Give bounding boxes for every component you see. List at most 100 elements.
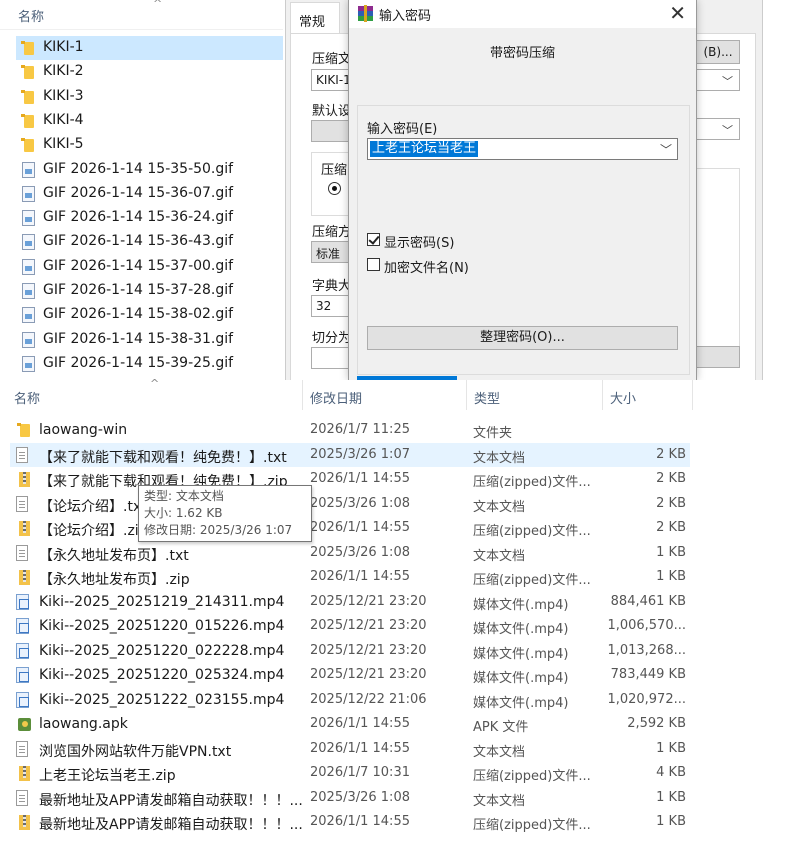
folder-icon bbox=[16, 422, 32, 438]
modified-date: 2025/12/22 21:06 bbox=[310, 691, 427, 707]
table-row[interactable]: 浏览国外网站软件万能VPN.txt 2026/1/1 14:55 文本文档 1 KB bbox=[10, 737, 690, 761]
checkbox-unchecked-icon bbox=[367, 258, 380, 271]
column-divider[interactable] bbox=[602, 380, 603, 410]
modified-date: 2026/1/1 14:55 bbox=[310, 740, 410, 756]
modified-date: 2026/1/1 14:55 bbox=[310, 520, 410, 535]
file-name: laowang-win bbox=[39, 422, 128, 438]
file-type: 压缩(zipped)文件... bbox=[473, 769, 591, 784]
table-row[interactable]: Kiki--2025_20251219_214311.mp4 2025/12/21… bbox=[10, 590, 690, 614]
gif-file-icon bbox=[22, 161, 35, 178]
table-row[interactable]: 【来了就能下载和观看！纯免费！】.txt 2025/3/26 1:07 文本文档 2 … bbox=[10, 442, 690, 467]
list-item-label: KIKI-4 bbox=[43, 111, 84, 128]
table-row[interactable]: 【永久地址发布页】.txt 2025/3/26 1:08 文本文档 1 KB bbox=[10, 541, 690, 565]
profile-button[interactable] bbox=[311, 120, 351, 142]
file-type: 文本文档 bbox=[473, 450, 526, 466]
list-item[interactable]: GIF 2026-1-14 15-36-24.gif bbox=[16, 206, 283, 230]
modified-date: 2026/1/1 14:55 bbox=[310, 569, 410, 584]
file-size: 2 KB bbox=[656, 446, 686, 462]
column-divider[interactable] bbox=[302, 380, 303, 410]
tab-general[interactable]: 常规 bbox=[290, 2, 340, 34]
table-row[interactable]: 上老王论坛当老王.zip 2026/1/7 10:31 压缩(zipped)文件..… bbox=[10, 761, 690, 785]
file-name: 【论坛介绍】.zip bbox=[39, 523, 148, 539]
help-button[interactable] bbox=[696, 346, 740, 368]
gif-file-icon bbox=[22, 355, 35, 372]
list-item-label: KIKI-2 bbox=[43, 63, 84, 80]
table-row[interactable]: 【来了就能下载和观看！纯免费！】.zip 2026/1/1 14:55 压缩(zip… bbox=[10, 467, 690, 491]
file-type: 媒体文件(.mp4) bbox=[473, 695, 569, 711]
table-row[interactable]: 最新地址及APP请发邮箱自动获取！！！... 2025/3/26 1:08 文本文档… bbox=[10, 786, 690, 810]
file-name: Kiki--2025_20251222_023155.mp4 bbox=[39, 691, 285, 708]
list-item[interactable]: KIKI-5 bbox=[16, 133, 283, 157]
list-item[interactable]: GIF 2026-1-14 15-38-31.gif bbox=[16, 328, 283, 352]
list-item[interactable]: KIKI-4 bbox=[16, 109, 283, 133]
file-name: 最新地址及APP请发邮箱自动获取！！！... bbox=[39, 792, 303, 809]
video-file-icon bbox=[16, 593, 29, 610]
modified-date: 2025/12/21 23:20 bbox=[310, 618, 427, 633]
table-row[interactable]: 【论坛介绍】.txt 2025/3/26 1:08 文本文档 2 KB bbox=[10, 492, 690, 516]
file-name: laowang.apk bbox=[39, 716, 128, 732]
file-name: 【永久地址发布页】.zip bbox=[39, 572, 190, 588]
column-divider[interactable] bbox=[466, 380, 467, 410]
list-item[interactable]: KIKI-2 bbox=[16, 60, 283, 84]
name-column-header[interactable]: 名称 ^ bbox=[0, 0, 283, 30]
password-dialog-title-bar[interactable]: 输入密码 ✕ bbox=[349, 0, 696, 28]
format-radio[interactable] bbox=[328, 182, 341, 195]
zip-file-icon bbox=[16, 471, 32, 487]
list-item[interactable]: GIF 2026-1-14 15-35-50.gif bbox=[16, 158, 283, 182]
list-item[interactable]: GIF 2026-1-14 15-36-43.gif bbox=[16, 230, 283, 254]
format-label: 压缩 bbox=[321, 163, 348, 178]
column-header-name[interactable]: 名称 bbox=[14, 388, 40, 407]
file-type: 压缩(zipped)文件... bbox=[473, 818, 591, 833]
file-name: Kiki--2025_20251219_214311.mp4 bbox=[39, 593, 285, 610]
table-row[interactable]: 最新地址及APP请发邮箱自动获取！！！... 2026/1/1 14:55 压缩(z… bbox=[10, 810, 690, 834]
dictionary-input[interactable]: 32 bbox=[311, 295, 351, 317]
default-profile-label: 默认设 bbox=[312, 104, 352, 119]
split-input[interactable] bbox=[311, 347, 351, 369]
close-icon[interactable]: ✕ bbox=[669, 1, 686, 25]
gif-file-icon bbox=[22, 234, 35, 251]
folder-icon bbox=[20, 89, 36, 105]
list-item-label: GIF 2026-1-14 15-36-07.gif bbox=[43, 184, 234, 201]
list-item[interactable]: KIKI-1 bbox=[16, 36, 283, 60]
chevron-down-icon[interactable]: ﹀ bbox=[660, 141, 672, 158]
list-item[interactable]: KIKI-3 bbox=[16, 85, 283, 109]
list-item[interactable]: GIF 2026-1-14 15-36-07.gif bbox=[16, 182, 283, 206]
table-row[interactable]: Kiki--2025_20251220_015226.mp4 2025/12/21… bbox=[10, 614, 690, 638]
profile-dropdown[interactable]: ﹀ bbox=[696, 118, 740, 140]
file-type: 媒体文件(.mp4) bbox=[473, 597, 569, 613]
list-item[interactable]: GIF 2026-1-14 15-39-25.gif bbox=[16, 352, 283, 376]
file-tooltip: 类型: 文本文档 大小: 1.62 KB 修改日期: 2025/3/26 1:0… bbox=[138, 485, 312, 542]
modified-date: 2026/1/7 11:25 bbox=[310, 422, 410, 437]
table-row[interactable]: Kiki--2025_20251220_025324.mp4 2025/12/21… bbox=[10, 663, 690, 687]
file-size: 1 KB bbox=[656, 544, 686, 560]
list-item[interactable]: GIF 2026-1-14 15-37-00.gif bbox=[16, 255, 283, 279]
table-row[interactable]: 【永久地址发布页】.zip 2026/1/1 14:55 压缩(zipped)文件.… bbox=[10, 565, 690, 589]
method-label: 压缩方 bbox=[312, 225, 352, 240]
table-row[interactable]: 【论坛介绍】.zip 2026/1/1 14:55 压缩(zipped)文件... 2… bbox=[10, 516, 690, 540]
table-row[interactable]: laowang.apk 2026/1/1 14:55 APK 文件 2,592 KB bbox=[10, 712, 690, 736]
table-row[interactable]: Kiki--2025_20251222_023155.mp4 2025/12/22… bbox=[10, 688, 690, 712]
method-dropdown[interactable]: 标准 bbox=[311, 241, 351, 263]
organize-passwords-button[interactable]: 整理密码(O)... bbox=[367, 326, 678, 350]
file-size: 1 KB bbox=[656, 814, 686, 829]
table-row[interactable]: Kiki--2025_20251220_022228.mp4 2025/12/21… bbox=[10, 639, 690, 663]
list-item-label: GIF 2026-1-14 15-37-00.gif bbox=[43, 257, 234, 274]
archive-name-dropdown[interactable]: ﹀ bbox=[696, 69, 740, 91]
modified-date: 2025/12/21 23:20 bbox=[310, 667, 427, 682]
password-dialog: 输入密码 ✕ 带密码压缩 输入密码(E) 上老王论坛当老王 ﹀ 显示密码(S) … bbox=[348, 0, 697, 380]
list-item[interactable]: GIF 2026-1-14 15-38-02.gif bbox=[16, 303, 283, 327]
column-header-size[interactable]: 大小 bbox=[610, 388, 636, 407]
archive-name-input[interactable]: KIKI-1. bbox=[311, 69, 351, 91]
list-item[interactable]: GIF 2026-1-14 15-37-28.gif bbox=[16, 279, 283, 303]
column-divider[interactable] bbox=[692, 380, 693, 410]
column-header-type[interactable]: 类型 bbox=[474, 388, 500, 407]
list-item-label: KIKI-5 bbox=[43, 136, 84, 153]
file-type: 媒体文件(.mp4) bbox=[473, 646, 569, 662]
browse-button[interactable]: (B)... bbox=[696, 40, 740, 64]
file-type: 文本文档 bbox=[473, 793, 526, 809]
table-row[interactable]: laowang-win 2026/1/7 11:25 文件夹 bbox=[10, 418, 690, 442]
column-header-date[interactable]: 修改日期 bbox=[310, 388, 362, 407]
video-file-icon bbox=[16, 667, 29, 683]
split-label: 切分为 bbox=[312, 331, 352, 346]
password-input[interactable]: 上老王论坛当老王 ﹀ bbox=[367, 138, 678, 160]
